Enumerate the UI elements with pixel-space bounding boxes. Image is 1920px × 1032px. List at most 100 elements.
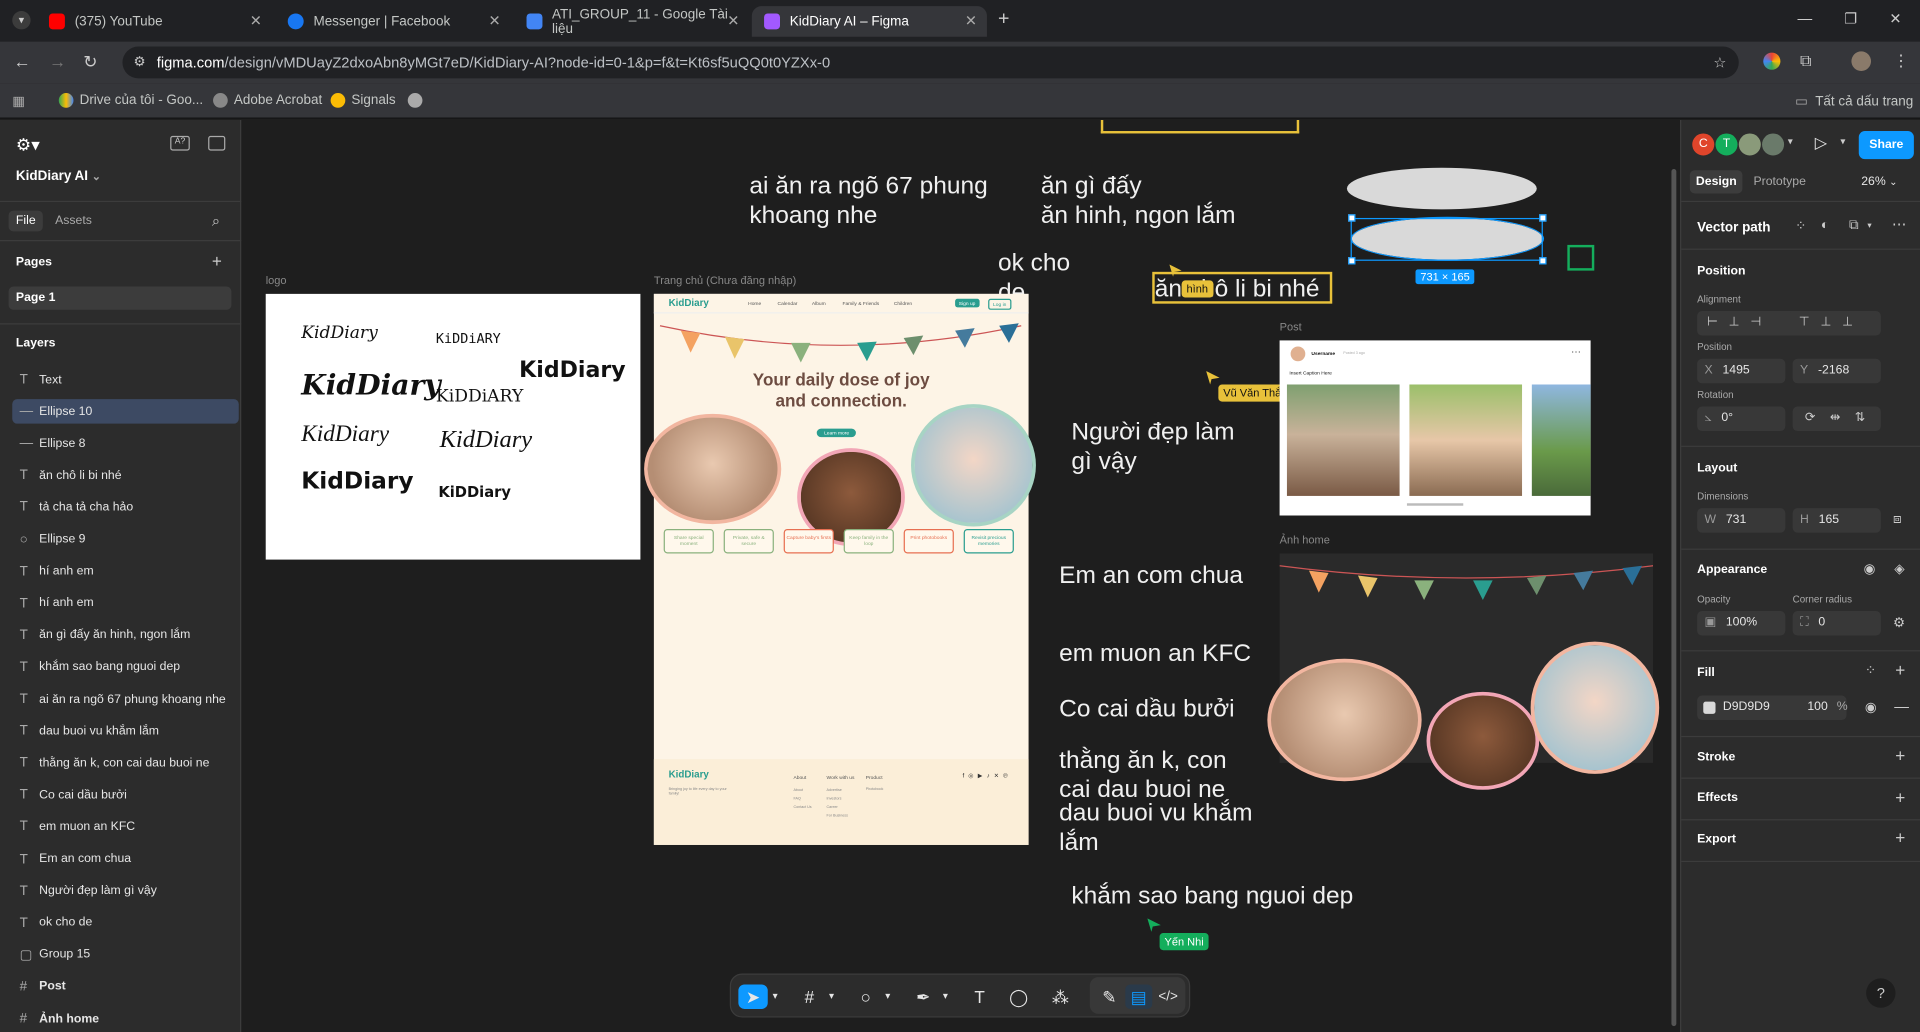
layer-item[interactable]: Tăn gì đấy ăn hinh, ngon lắm [12, 623, 239, 647]
add-fill-icon[interactable]: + [1895, 660, 1905, 680]
figma-menu-icon[interactable]: ⚙▾ [16, 135, 40, 156]
resize-icon[interactable]: ⧈ [1893, 512, 1902, 528]
footer-link[interactable]: Advertise [827, 786, 848, 795]
dev-mode-icon[interactable]: </> [1155, 984, 1182, 1008]
layer-item[interactable]: Thí anh em [12, 591, 239, 615]
login-button[interactable]: Log in [988, 298, 1012, 310]
canvas-text-vu-kham[interactable]: dau buoi vu khắm lắm [1059, 798, 1252, 857]
layer-item[interactable]: # Post [12, 975, 239, 999]
zoom-level[interactable]: 26% ⌄ [1861, 175, 1897, 188]
feature-chip[interactable]: Keep family in the loop [843, 528, 894, 554]
close-icon[interactable]: ✕ [965, 12, 977, 29]
resize-handle[interactable] [1539, 214, 1547, 222]
logo-frame[interactable]: KidDiary KiDDiARY KidDiary KidDiary KiDD… [265, 293, 641, 560]
canvas-text-kfc[interactable]: em muon an KFC [1059, 639, 1251, 668]
avatar[interactable] [1738, 133, 1761, 156]
minimize-icon[interactable]: — [1798, 10, 1813, 27]
share-button[interactable]: Share [1858, 131, 1914, 160]
bookmark-drive[interactable]: Drive của tôi - Goo... [58, 93, 203, 108]
nav-link[interactable]: Home [748, 300, 761, 306]
search-icon[interactable]: ⌕ [212, 212, 220, 230]
extension-icon[interactable] [1763, 52, 1781, 70]
layer-item[interactable]: # Ảnh home [12, 1007, 239, 1031]
flip-group[interactable]: ⟳⇹⇅ [1792, 406, 1881, 432]
puzzle-icon[interactable]: ⧉ [1800, 51, 1811, 71]
tab-google-docs[interactable]: ATI_GROUP_11 - Google Tài liệu ✕ [514, 6, 749, 37]
layer-item[interactable]: Tthằng ăn k, con cai dau buoi ne [12, 751, 239, 775]
feature-chip[interactable]: Print photobooks [903, 528, 954, 554]
actions-icon[interactable]: ⁂ [1047, 984, 1074, 1008]
bookmark-star-icon[interactable]: ☆ [1713, 47, 1726, 79]
fill-color-input[interactable]: D9D9D9 100 % [1697, 695, 1848, 721]
resize-handle[interactable] [1348, 214, 1356, 222]
avatar[interactable]: T [1715, 133, 1738, 156]
mask-icon[interactable]: ◐ [1821, 218, 1829, 233]
chevron-down-icon[interactable]: ▾ [1788, 136, 1793, 147]
nav-link[interactable]: Children [894, 300, 912, 306]
frame-tool-icon[interactable]: # [796, 984, 823, 1008]
avatar[interactable]: C [1692, 133, 1715, 156]
feature-chip[interactable]: Revisit precious memories [963, 528, 1014, 554]
layer-item[interactable]: Tăn chô li bi nhé [12, 463, 239, 487]
layer-item[interactable]: Ttả cha tả cha hảo [12, 495, 239, 519]
bookmark-globe[interactable] [407, 93, 429, 108]
sidebar-toggle-icon[interactable] [208, 135, 226, 151]
apps-grid-icon[interactable]: ▦ [12, 93, 25, 109]
menu-icon[interactable]: ⋮ [1893, 51, 1909, 71]
component-icon[interactable]: ⁘ [1795, 218, 1806, 234]
nav-link[interactable]: Family & Friends [842, 300, 879, 306]
frame-label-anh-home[interactable]: Ảnh home [1280, 534, 1330, 546]
move-tool-icon[interactable]: ➤ [738, 984, 768, 1009]
layer-item[interactable]: — Ellipse 8 [12, 431, 239, 455]
project-name[interactable]: KidDiary AI ⌄ [16, 169, 101, 184]
close-window-icon[interactable]: ✕ [1889, 10, 1901, 27]
forward-icon[interactable]: → [49, 51, 66, 71]
height-input[interactable]: H 165 [1792, 508, 1881, 533]
new-tab-icon[interactable]: + [998, 9, 1009, 31]
reload-icon[interactable]: ↻ [83, 51, 97, 72]
x-input[interactable]: X 1495 [1697, 358, 1786, 384]
post-frame[interactable]: Username Posted 3 ago ⋯ Insert Caption H… [1279, 340, 1591, 516]
resize-handle[interactable] [1348, 257, 1356, 265]
footer-link[interactable]: FAQ [793, 795, 811, 804]
feature-chip[interactable]: Capture baby's firsts [783, 528, 834, 554]
tab-youtube[interactable]: (375) YouTube ✕ [37, 6, 272, 37]
layer-item[interactable]: — Ellipse 10 [12, 399, 239, 424]
canvas-text-nguoi-dep[interactable]: Người đẹp làm gì vậy [1071, 418, 1234, 477]
profile-avatar[interactable] [1851, 51, 1872, 72]
layer-item[interactable]: T Người đẹp làm gì vậy [12, 879, 239, 903]
present-icon[interactable]: ▷ [1815, 133, 1827, 153]
corner-radius-input[interactable]: ⛶ 0 [1792, 611, 1881, 636]
canvas-text-an-gi[interactable]: ăn gì đấy ăn hinh, ngon lắm [1041, 171, 1236, 230]
social-icons[interactable]: f ◎ ▶ ♪ ✕ ℗ [962, 773, 1008, 780]
signup-button[interactable]: Sign up [955, 298, 980, 308]
tab-design[interactable]: Design [1689, 170, 1743, 194]
blend-icon[interactable]: ◈ [1894, 561, 1904, 577]
tab-search-icon[interactable]: ▾ [12, 11, 31, 30]
add-effect-icon[interactable]: + [1895, 787, 1905, 807]
bookmark-signals[interactable]: Signals [330, 93, 396, 108]
frame-label-post[interactable]: Post [1280, 321, 1302, 333]
align-horizontal-group[interactable]: ⊢⊥⊣ [1697, 311, 1799, 336]
layer-item[interactable]: T Text [12, 367, 239, 391]
chevron-down-icon[interactable]: ▾ [824, 984, 839, 1008]
close-icon[interactable]: ✕ [488, 12, 500, 29]
chevron-down-icon[interactable]: ▾ [768, 984, 783, 1008]
boolean-icon[interactable]: ⧉ [1849, 218, 1859, 234]
footer-link[interactable]: For Business [827, 812, 848, 821]
feature-chip[interactable]: Share special moment [663, 528, 714, 554]
align-vertical-group[interactable]: ⊤⊥⊥ [1788, 311, 1881, 336]
all-bookmarks[interactable]: ▭ Tất cả dấu trang [1795, 93, 1913, 109]
color-swatch[interactable] [1703, 701, 1716, 714]
corner-settings-icon[interactable]: ⚙ [1893, 615, 1905, 631]
layer-item[interactable]: Tok cho de [12, 911, 239, 935]
home-frame[interactable]: KidDiary Home Calendar Album Family & Fr… [644, 293, 1036, 845]
layer-item[interactable]: T Em an com chua [12, 847, 239, 871]
nav-link[interactable]: Album [812, 300, 826, 306]
ellipse-8[interactable] [1346, 167, 1537, 210]
avatar[interactable] [1762, 133, 1785, 156]
y-input[interactable]: Y -2168 [1792, 358, 1881, 384]
opacity-input[interactable]: ▣ 100% [1697, 611, 1786, 636]
comment-tool-icon[interactable]: ◯ [1005, 984, 1032, 1008]
canvas[interactable]: ai ăn ra ngõ 67 phung khoang nhe ăn gì đ… [242, 120, 1681, 1032]
